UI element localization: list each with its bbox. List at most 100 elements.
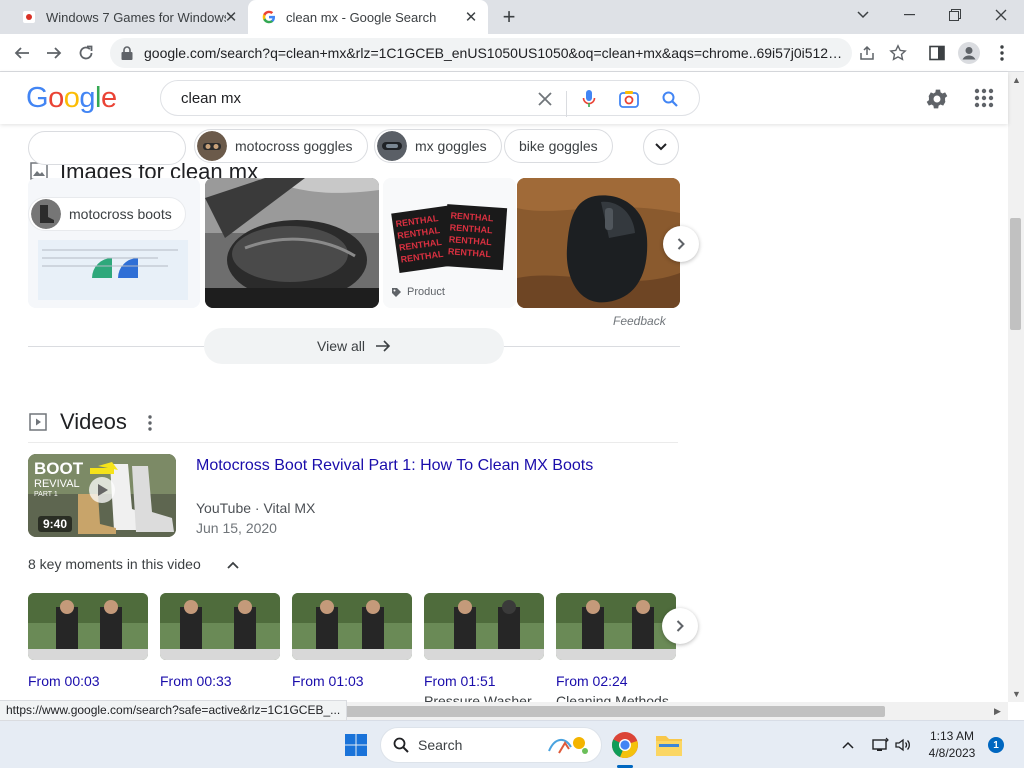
key-moment[interactable]: From 01:51 Pressure Washer [424,593,544,702]
vertical-scrollbar[interactable] [1008,72,1024,702]
key-moments-next-button[interactable] [662,608,698,644]
search-highlight-icon [548,737,588,754]
show-hidden-icons-chevron-icon[interactable] [838,735,858,755]
image-result-renthal[interactable]: RENTHAL RENTHAL RENTHAL RENTHAL RENTHAL … [383,178,516,308]
video-title-link[interactable]: Motocross Boot Revival Part 1: How To Cl… [196,457,593,475]
tab-clean-mx-search[interactable]: clean mx - Google Search ✕ [248,0,488,34]
lens-search-icon[interactable] [619,89,639,109]
search-box[interactable]: clean mx [160,80,700,117]
images-next-button[interactable] [663,226,699,262]
network-icon[interactable] [870,735,890,755]
video-section-icon [29,413,47,431]
chip-motocross-goggles[interactable]: motocross goggles [194,129,368,163]
chevron-right-icon [676,620,684,632]
scroll-right-arrow-icon[interactable]: ▶ [994,706,1001,717]
chip-thumbnail-image [31,199,61,229]
taskbar-search-box[interactable]: Search [380,727,602,763]
chip-motocross-boots[interactable]: motocross boots [28,197,186,231]
key-moment-caption: Pressure Washer [424,693,532,702]
feedback-link[interactable]: Feedback [613,314,666,328]
logo-letter: G [26,82,49,114]
key-moment-thumbnail [160,593,280,660]
chrome-taskbar-icon[interactable] [611,731,639,759]
thumb-text: PART 1 [34,491,58,498]
expand-chips-button[interactable] [643,129,679,165]
address-bar[interactable]: google.com/search?q=clean+mx&rlz=1C1GCEB… [110,38,852,68]
key-moment-time[interactable]: From 00:33 [160,673,280,689]
search-submit-icon[interactable] [660,89,680,109]
key-moment[interactable]: From 00:33 [160,593,280,693]
key-moment-time[interactable]: From 01:03 [292,673,412,689]
tab-title: Windows 7 Games for Windows 11/10 [46,9,226,25]
key-moment[interactable]: From 02:24 Cleaning Methods [556,593,676,702]
chip-label: motocross boots [69,206,172,222]
bookmark-star-icon[interactable] [887,42,909,64]
thumb-text: REVIVAL [34,478,80,490]
more-options-icon[interactable] [142,413,158,433]
videos-heading: Videos [60,409,127,434]
key-moments-label[interactable]: 8 key moments in this video [28,556,201,572]
clock-time[interactable]: 1:13 AM [920,729,984,743]
logo-letter: o [48,82,64,114]
key-moment-time[interactable]: From 00:03 [28,673,148,689]
key-moment[interactable]: From 01:03 [292,593,412,693]
minimize-button[interactable] [886,0,932,30]
view-all-images-button[interactable]: View all [204,328,504,364]
close-tab-icon[interactable]: ✕ [462,8,480,26]
mouse-photo-image [205,178,379,308]
product-label: Product [407,286,445,298]
chip-label: motocross goggles [235,138,353,154]
tab-search-chevron-icon[interactable] [840,0,886,30]
view-all-label: View all [317,338,365,354]
google-apps-grid-icon[interactable] [974,88,994,108]
tab-windows-7-games[interactable]: Windows 7 Games for Windows 11/10 ✕ [8,0,248,34]
chip-label: bike goggles [519,138,598,154]
forward-button[interactable] [41,40,67,66]
windows-start-icon[interactable] [344,733,368,757]
settings-gear-icon[interactable] [924,86,950,112]
key-moment-time[interactable]: From 02:24 [556,673,676,689]
chip-label: mx goggles [415,138,487,154]
back-button[interactable] [9,40,35,66]
volume-icon[interactable] [893,735,913,755]
search-results: Images for clean mx RENTHAL RENTHAL RENT… [0,124,1008,702]
close-tab-icon[interactable]: ✕ [222,8,240,26]
status-bar-url: https://www.google.com/search?safe=activ… [0,700,348,721]
search-query[interactable]: clean mx [181,90,241,107]
reload-button[interactable] [73,40,99,66]
profile-avatar-icon[interactable] [958,42,980,64]
arrow-right-icon [376,340,391,352]
key-moment-time[interactable]: From 01:51 [424,673,544,689]
lock-icon[interactable] [120,45,134,61]
clear-search-icon[interactable] [535,89,555,109]
browser-menu-icon[interactable] [991,42,1013,64]
image-result-mouse-hand[interactable] [205,178,379,308]
clock-date[interactable]: 4/8/2023 [920,746,984,760]
image-result-mouse-table[interactable] [517,178,680,308]
search-divider [566,91,567,117]
side-panel-icon[interactable] [926,42,948,64]
close-window-button[interactable] [978,0,1024,30]
new-tab-button[interactable]: + [498,4,520,29]
chevron-up-icon[interactable] [226,558,240,572]
taskbar-search-label: Search [418,737,463,753]
video-source: YouTube · Vital MX [196,500,316,516]
horizontal-scrollbar-thumb[interactable] [335,706,885,717]
key-moment[interactable]: From 00:03 [28,593,148,693]
scroll-down-arrow-icon[interactable]: ▼ [1012,689,1021,699]
restore-button[interactable] [932,0,978,30]
chip-mx-goggles[interactable]: mx goggles [374,129,502,163]
mouse-on-table-image [517,178,680,308]
vertical-scrollbar-thumb[interactable] [1010,218,1021,330]
google-header: Google clean mx [0,72,1008,124]
notification-badge[interactable]: 1 [988,737,1004,753]
chip-partial[interactable] [28,131,186,165]
file-explorer-icon[interactable] [655,732,683,758]
voice-search-icon[interactable] [579,89,599,109]
google-logo[interactable]: Google [26,82,117,115]
thumb-text: BOOT [34,459,84,478]
chip-bike-goggles[interactable]: bike goggles [504,129,613,163]
scroll-up-arrow-icon[interactable]: ▲ [1012,75,1021,85]
product-tag: Product [391,286,445,298]
share-icon[interactable] [856,42,878,64]
